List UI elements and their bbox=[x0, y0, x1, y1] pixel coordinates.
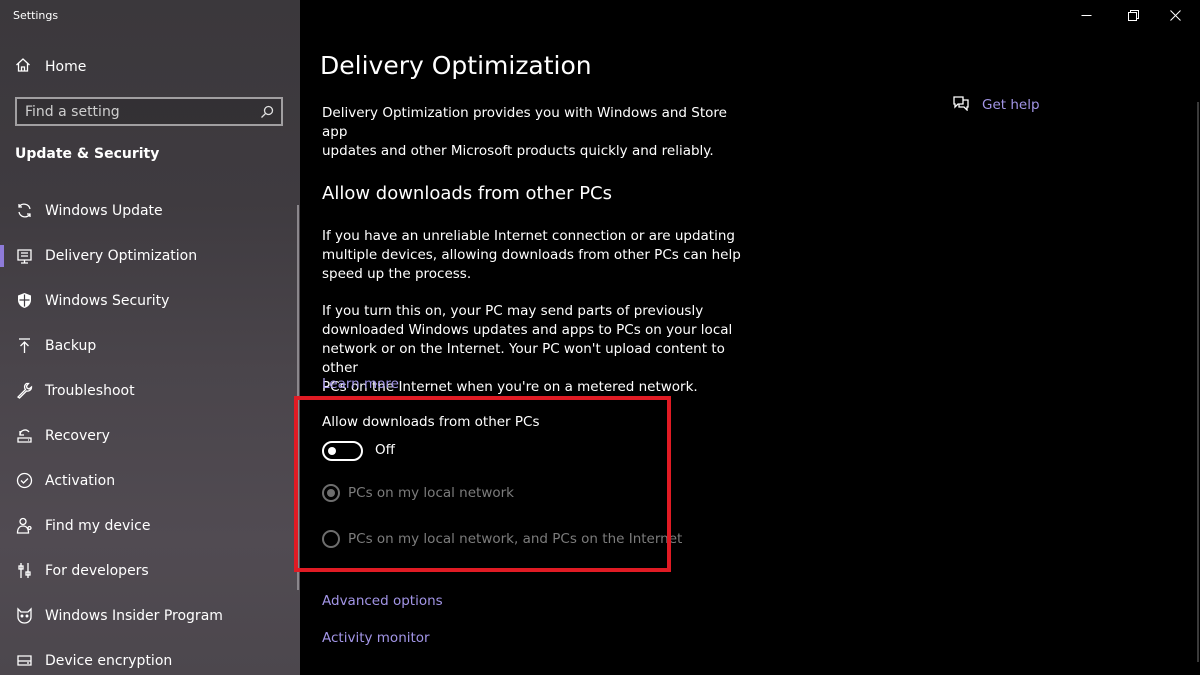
intro-line: Delivery Optimization provides you with … bbox=[322, 105, 727, 140]
sidebar-item-for-developers[interactable]: For developers bbox=[0, 548, 300, 593]
settings-window: Settings Home Update & Security bbox=[0, 0, 1200, 675]
help-chat-icon bbox=[952, 95, 970, 115]
sidebar-item-delivery-optimization[interactable]: Delivery Optimization bbox=[0, 233, 300, 278]
sidebar-item-label: Activation bbox=[45, 472, 116, 489]
app-title: Settings bbox=[13, 9, 59, 22]
intro-text: Delivery Optimization provides you with … bbox=[322, 104, 742, 161]
home-label: Home bbox=[45, 59, 87, 75]
sidebar-nav: Windows Update Delivery Optimization Win… bbox=[0, 188, 300, 675]
page-title: Delivery Optimization bbox=[320, 51, 592, 80]
activity-monitor-link[interactable]: Activity monitor bbox=[322, 630, 430, 646]
home-nav-item[interactable]: Home bbox=[15, 57, 86, 77]
sidebar-item-troubleshoot[interactable]: Troubleshoot bbox=[0, 368, 300, 413]
sidebar-item-windows-security[interactable]: Windows Security bbox=[0, 278, 300, 323]
sidebar-item-label: Windows Update bbox=[45, 202, 163, 219]
sidebar-item-label: Troubleshoot bbox=[45, 382, 135, 399]
intro-line: updates and other Microsoft products qui… bbox=[322, 143, 714, 159]
search-box[interactable] bbox=[15, 97, 283, 126]
sidebar-item-device-encryption[interactable]: Device encryption bbox=[0, 638, 300, 675]
sidebar-item-find-my-device[interactable]: Find my device bbox=[0, 503, 300, 548]
sidebar-item-activation[interactable]: Activation bbox=[0, 458, 300, 503]
sidebar-item-windows-update[interactable]: Windows Update bbox=[0, 188, 300, 233]
paragraph-line: multiple devices, allowing downloads fro… bbox=[322, 247, 741, 263]
sidebar-item-windows-insider-program[interactable]: Windows Insider Program bbox=[0, 593, 300, 638]
sidebar-item-label: Delivery Optimization bbox=[45, 247, 198, 264]
paragraph-line: If you turn this on, your PC may send pa… bbox=[322, 303, 704, 319]
upload-icon bbox=[15, 337, 33, 355]
home-icon bbox=[15, 57, 31, 77]
sidebar-item-label: Device encryption bbox=[45, 652, 173, 669]
sidebar-item-backup[interactable]: Backup bbox=[0, 323, 300, 368]
paragraph-line: network or on the Internet. Your PC won'… bbox=[322, 341, 725, 376]
search-icon[interactable] bbox=[260, 104, 274, 118]
sidebar-item-label: Find my device bbox=[45, 517, 151, 534]
main-scrollbar[interactable] bbox=[1197, 102, 1199, 662]
insider-cat-icon bbox=[15, 607, 33, 625]
paragraph-line: downloaded Windows updates and apps to P… bbox=[322, 322, 733, 338]
recovery-icon bbox=[15, 427, 33, 445]
sidebar-item-recovery[interactable]: Recovery bbox=[0, 413, 300, 458]
sidebar: Settings Home Update & Security bbox=[0, 0, 300, 675]
learn-more-link[interactable]: Learn more bbox=[322, 376, 399, 392]
sidebar-item-label: Windows Security bbox=[45, 292, 170, 309]
sidebar-item-label: For developers bbox=[45, 562, 149, 579]
delivery-icon bbox=[15, 247, 33, 265]
get-help-label: Get help bbox=[982, 97, 1040, 113]
sidebar-item-label: Backup bbox=[45, 337, 97, 354]
sliders-icon bbox=[15, 562, 33, 580]
sidebar-item-label: Recovery bbox=[45, 427, 110, 444]
section-title: Update & Security bbox=[15, 146, 160, 162]
drive-icon bbox=[15, 652, 33, 670]
shield-icon bbox=[15, 292, 33, 310]
check-circle-icon bbox=[15, 472, 33, 490]
description-paragraph-1: If you have an unreliable Internet conne… bbox=[322, 227, 742, 284]
main-content: Delivery Optimization Delivery Optimizat… bbox=[300, 0, 1200, 675]
section-heading: Allow downloads from other PCs bbox=[322, 183, 612, 204]
advanced-options-link[interactable]: Advanced options bbox=[322, 593, 443, 609]
sidebar-item-label: Windows Insider Program bbox=[45, 607, 223, 624]
paragraph-line: If you have an unreliable Internet conne… bbox=[322, 228, 735, 244]
paragraph-line: speed up the process. bbox=[322, 266, 472, 282]
wrench-icon bbox=[15, 382, 33, 400]
highlight-box bbox=[294, 396, 671, 572]
sync-icon bbox=[15, 202, 33, 220]
search-input[interactable] bbox=[25, 103, 250, 121]
person-location-icon bbox=[15, 517, 33, 535]
get-help-link[interactable]: Get help bbox=[952, 95, 1040, 115]
